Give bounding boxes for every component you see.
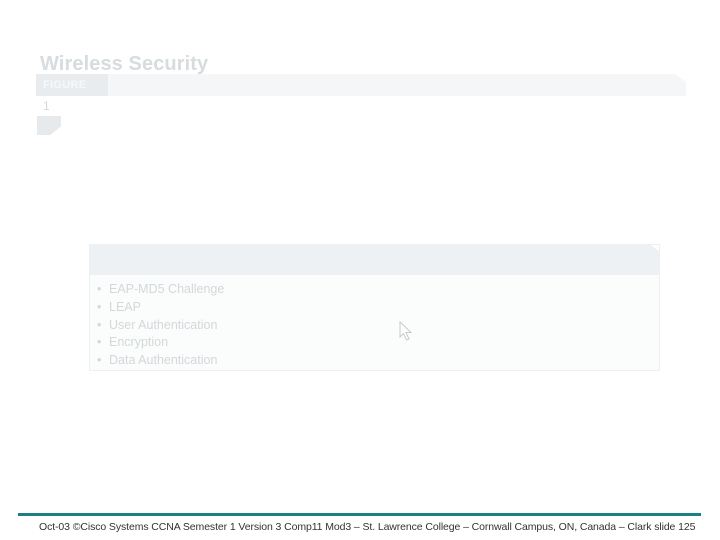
list-item: • Data Authentication: [97, 352, 224, 370]
list-item: • EAP-MD5 Challenge: [97, 281, 224, 299]
footer-divider: [18, 513, 701, 516]
bullet-icon: •: [97, 335, 102, 350]
bullet-icon: •: [97, 299, 102, 314]
list-item: • LEAP: [97, 299, 224, 317]
panel-header: [90, 245, 659, 275]
list-item: • User Authentication: [97, 317, 224, 335]
list-item-label: User Authentication: [109, 317, 218, 332]
content-panel: • EAP-MD5 Challenge • LEAP • User Authentic…: [89, 244, 660, 371]
list-item: • Encryption: [97, 334, 224, 352]
bullet-list: • EAP-MD5 Challenge • LEAP • User Authentic…: [97, 281, 224, 370]
figure-strip: [108, 74, 686, 96]
bullet-icon: •: [97, 282, 102, 296]
bullet-icon: •: [97, 353, 102, 368]
mouse-pointer-icon: [399, 321, 413, 341]
list-item-label: Data Authentication: [109, 353, 218, 368]
list-item-label: Encryption: [109, 335, 169, 350]
figure-number: 1: [43, 99, 50, 113]
slide-title: Wireless Security: [40, 53, 209, 75]
figure-tab: FIGURE: [36, 74, 108, 96]
list-item-label: LEAP: [109, 299, 141, 314]
bullet-icon: •: [97, 317, 102, 332]
figure-number-tab: [37, 116, 61, 135]
figure-header-bar: FIGURE: [36, 74, 686, 96]
list-item-label: EAP-MD5 Challenge: [109, 282, 225, 296]
footer-text: Oct-03 ©Cisco Systems CCNA Semester 1 Ve…: [39, 521, 696, 533]
figure-label: FIGURE: [43, 79, 87, 91]
